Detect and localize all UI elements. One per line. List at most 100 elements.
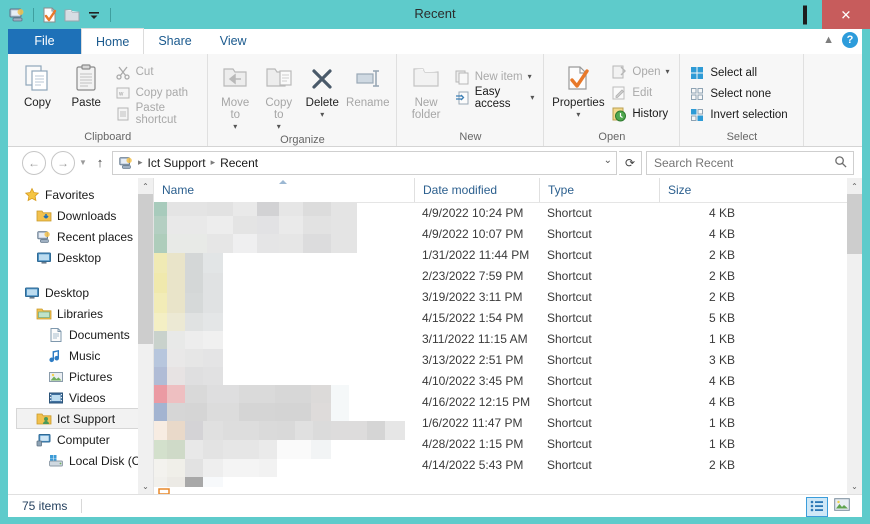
file-scroll-down-icon[interactable]: ⌄ xyxy=(847,478,862,494)
search-box[interactable] xyxy=(646,151,854,175)
select-none-button[interactable]: Select none xyxy=(685,83,791,104)
table-row[interactable]: 4/15/2022 1:54 PM Shortcut 5 KB xyxy=(154,308,862,329)
back-arrow-icon: ← xyxy=(28,156,40,170)
invert-selection-button[interactable]: Invert selection xyxy=(685,104,791,125)
table-row[interactable]: 3/13/2022 2:51 PM Shortcut 3 KB xyxy=(154,350,862,371)
table-row[interactable]: 3/11/2022 11:15 AM Shortcut 1 KB xyxy=(154,329,862,350)
breadcrumb-dropdown-icon[interactable]: ⌄ xyxy=(604,155,612,166)
column-header-type[interactable]: Type xyxy=(539,178,659,202)
breadcrumb[interactable]: ▸ Ict Support ▸ Recent ⌄ xyxy=(112,151,617,175)
cell-size: 1 KB xyxy=(659,434,749,455)
move-to-button[interactable]: Move to ▾ xyxy=(213,58,257,133)
nav-scroll-up-icon[interactable]: ⌃ xyxy=(138,178,153,194)
navigation-scrollbar[interactable]: ⌃ ⌄ xyxy=(138,178,153,494)
table-row[interactable]: 3/19/2022 3:11 PM Shortcut 2 KB xyxy=(154,287,862,308)
properties-caret-icon[interactable]: ▾ xyxy=(576,109,580,121)
new-item-caret-icon[interactable]: ▾ xyxy=(528,72,532,81)
sidebar-item-ict-support[interactable]: Ict Support xyxy=(16,408,153,429)
easy-access-caret-icon[interactable]: ▾ xyxy=(530,93,534,102)
maximize-button[interactable] xyxy=(787,0,822,29)
table-row[interactable]: 4/9/2022 10:24 PM Shortcut 4 KB xyxy=(154,203,862,224)
breadcrumb-item-ict-support[interactable]: Ict Support xyxy=(145,156,209,170)
cut-button[interactable]: Cut xyxy=(111,61,203,82)
new-group-label: New xyxy=(397,130,543,146)
sidebar-item-local-disk[interactable]: Local Disk (C:) xyxy=(8,450,153,471)
sidebar-item-libraries[interactable]: Libraries xyxy=(8,303,153,324)
tab-file[interactable]: File xyxy=(8,29,81,54)
refresh-button[interactable]: ⟳ xyxy=(619,151,642,175)
thumbnail-view-button[interactable] xyxy=(832,497,852,515)
move-to-label: Move to xyxy=(215,97,255,121)
sidebar-item-computer[interactable]: Computer xyxy=(8,429,153,450)
edit-button[interactable]: Edit xyxy=(607,82,673,103)
help-icon[interactable]: ? xyxy=(842,32,858,48)
open-caret-icon[interactable]: ▾ xyxy=(666,67,670,76)
table-row[interactable]: 1/31/2022 11:44 PM Shortcut 2 KB xyxy=(154,245,862,266)
table-row[interactable]: 4/28/2022 1:15 PM Shortcut 1 KB xyxy=(154,434,862,455)
new-item-button[interactable]: New item ▾ xyxy=(450,66,539,87)
sidebar-item-recent-places[interactable]: Recent places xyxy=(8,226,153,247)
tab-home[interactable]: Home xyxy=(81,28,144,55)
sidebar-label: Desktop xyxy=(57,251,101,265)
cell-name xyxy=(154,287,414,308)
window-title: Recent xyxy=(0,6,870,21)
column-headers: Name Date modified Type Size xyxy=(154,178,862,203)
rename-button[interactable]: Rename xyxy=(344,58,391,109)
file-list-scrollbar[interactable]: ⌃ ⌄ xyxy=(847,178,862,494)
properties-button[interactable]: Properties ▾ xyxy=(549,58,607,121)
sidebar-item-music[interactable]: Music xyxy=(8,345,153,366)
file-scroll-up-icon[interactable]: ⌃ xyxy=(847,178,862,194)
table-row[interactable]: 4/14/2022 5:43 PM Shortcut 2 KB xyxy=(154,455,862,476)
minimize-button[interactable] xyxy=(752,0,787,29)
close-button[interactable]: ✕ xyxy=(822,0,870,29)
select-all-button[interactable]: Select all xyxy=(685,62,791,83)
table-row[interactable]: 1/6/2022 11:47 PM Shortcut 1 KB xyxy=(154,413,862,434)
nav-scroll-down-icon[interactable]: ⌄ xyxy=(138,478,153,494)
copy-to-button[interactable]: Copy to ▾ xyxy=(257,58,301,133)
chevron-up-icon[interactable]: ▲ xyxy=(823,34,834,46)
search-input[interactable] xyxy=(652,155,826,171)
file-scroll-thumb[interactable] xyxy=(847,194,862,254)
up-button[interactable]: ↑ xyxy=(91,155,109,170)
column-header-size[interactable]: Size xyxy=(659,178,749,202)
copy-to-caret-icon[interactable]: ▾ xyxy=(277,121,281,133)
move-to-caret-icon[interactable]: ▾ xyxy=(233,121,237,133)
recent-locations-button[interactable]: ▼ xyxy=(75,158,91,167)
delete-button[interactable]: Delete ▾ xyxy=(301,58,345,121)
column-header-date-modified[interactable]: Date modified xyxy=(414,178,539,202)
nav-scroll-thumb[interactable] xyxy=(138,194,153,344)
open-button[interactable]: Open ▾ xyxy=(607,61,673,82)
column-header-name[interactable]: Name xyxy=(154,178,414,202)
breadcrumb-separator-0[interactable]: ▸ xyxy=(136,157,145,168)
sidebar-item-desktop-fav[interactable]: Desktop xyxy=(8,247,153,268)
sidebar-item-documents[interactable]: Documents xyxy=(8,324,153,345)
new-folder-button[interactable]: New folder xyxy=(402,58,449,121)
copy-button[interactable]: Copy xyxy=(13,58,62,109)
details-view-button[interactable] xyxy=(806,497,828,517)
sidebar-item-downloads[interactable]: Downloads xyxy=(8,205,153,226)
table-row[interactable]: 4/10/2022 3:45 PM Shortcut 4 KB xyxy=(154,371,862,392)
breadcrumb-separator-1[interactable]: ▸ xyxy=(209,157,218,168)
sidebar-item-desktop[interactable]: Desktop xyxy=(8,282,153,303)
back-button[interactable]: ← xyxy=(22,151,46,175)
history-button[interactable]: History xyxy=(607,103,673,124)
sidebar-item-videos[interactable]: Videos xyxy=(8,387,153,408)
table-row[interactable]: 2/23/2022 7:59 PM Shortcut 2 KB xyxy=(154,266,862,287)
forward-button[interactable]: → xyxy=(51,151,75,175)
tab-view[interactable]: View xyxy=(206,29,261,54)
ribbon-group-open: Properties ▾ Open ▾ xyxy=(544,54,680,146)
delete-caret-icon[interactable]: ▾ xyxy=(320,109,324,121)
copy-path-button[interactable]: w Copy path xyxy=(111,82,203,103)
paste-shortcut-button[interactable]: Paste shortcut xyxy=(111,103,203,124)
table-row[interactable]: 4/16/2022 12:15 PM Shortcut 4 KB xyxy=(154,392,862,413)
paste-button[interactable]: Paste xyxy=(62,58,111,109)
sidebar-item-favorites[interactable]: Favorites xyxy=(8,184,153,205)
cell-date: 1/6/2022 11:47 PM xyxy=(414,413,539,434)
tab-share[interactable]: Share xyxy=(144,29,205,54)
sidebar-item-pictures[interactable]: Pictures xyxy=(8,366,153,387)
easy-access-button[interactable]: Easy access ▾ xyxy=(450,87,539,108)
breadcrumb-item-recent[interactable]: Recent xyxy=(217,156,261,170)
table-row[interactable]: 4/9/2022 10:07 PM Shortcut 4 KB xyxy=(154,224,862,245)
clipboard-small-buttons: Cut w Copy path xyxy=(111,58,203,124)
view-toggle-group xyxy=(806,497,852,517)
